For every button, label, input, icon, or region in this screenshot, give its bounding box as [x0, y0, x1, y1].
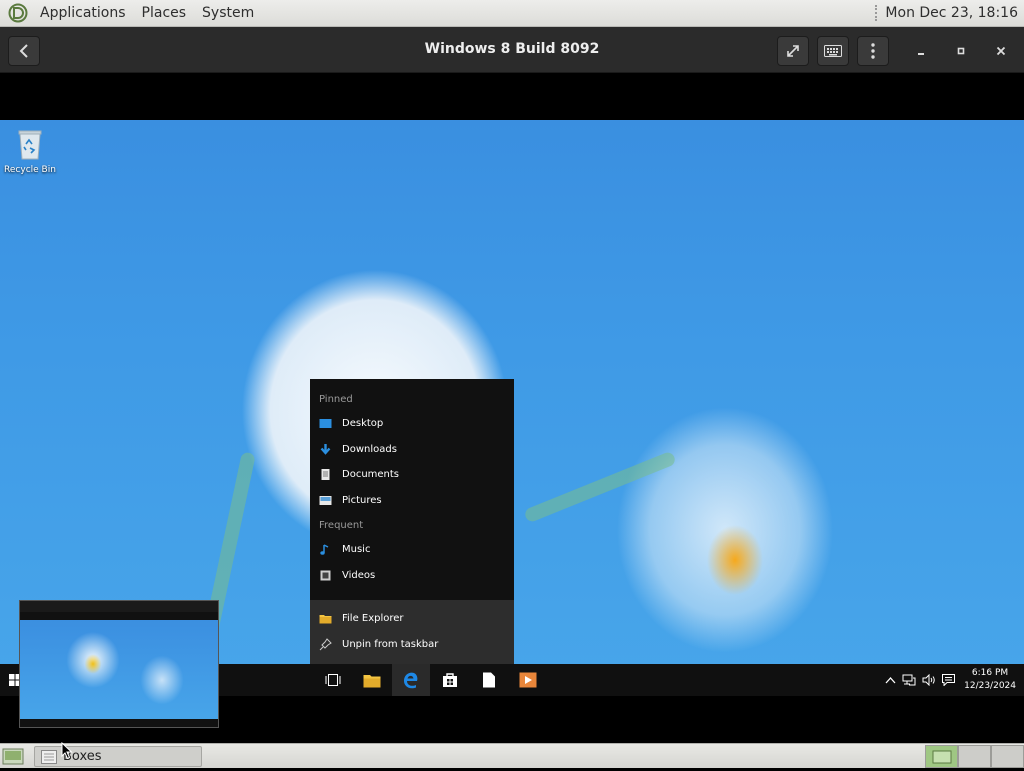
- media-player-icon: [519, 672, 537, 688]
- taskbar-notepad[interactable]: [470, 664, 508, 696]
- system-tray: 6:16 PM 12/23/2024: [882, 664, 1024, 696]
- task-view-icon: [325, 674, 341, 686]
- frequent-header: Frequent: [319, 520, 364, 531]
- pictures-icon: [319, 495, 332, 505]
- taskbar-store[interactable]: [431, 664, 469, 696]
- thumbnail-taskbar: [20, 719, 218, 724]
- volume-icon[interactable]: [922, 674, 936, 686]
- jump-item-music[interactable]: Music: [310, 537, 514, 563]
- menu-button[interactable]: [857, 36, 889, 66]
- recycle-bin-icon: [18, 130, 42, 160]
- workspace-2[interactable]: [958, 745, 991, 768]
- thumbnail-titlebar: [20, 601, 218, 612]
- jump-item-videos[interactable]: Videos: [310, 563, 514, 589]
- window-thumbnail-preview[interactable]: [19, 600, 219, 728]
- workspace-1[interactable]: [925, 745, 958, 768]
- recycle-bin-desktop-icon[interactable]: Recycle Bin: [4, 128, 56, 175]
- close-button[interactable]: [989, 39, 1013, 63]
- jump-item-unpin[interactable]: Unpin from taskbar: [310, 632, 514, 658]
- windows-clock[interactable]: 6:16 PM 12/23/2024: [964, 667, 1016, 693]
- file-explorer-icon: [319, 615, 332, 624]
- close-icon: [996, 46, 1006, 56]
- keyboard-icon: [824, 45, 842, 57]
- chevron-up-icon[interactable]: [885, 676, 896, 684]
- panel-separator: [875, 5, 878, 21]
- pinned-header: Pinned: [319, 394, 353, 405]
- desktop-folder-icon: [319, 419, 332, 429]
- jump-item-documents[interactable]: Documents: [310, 462, 514, 488]
- tasklist-item-boxes[interactable]: Boxes: [34, 746, 202, 767]
- maximize-button[interactable]: [949, 39, 973, 63]
- windows-clock-date: 12/23/2024: [964, 681, 1016, 691]
- system-menu[interactable]: System: [198, 3, 258, 23]
- videos-icon: [320, 570, 331, 581]
- notepad-icon: [483, 672, 495, 688]
- jump-item-desktop[interactable]: Desktop: [310, 411, 514, 437]
- file-explorer-icon: [363, 674, 381, 687]
- music-icon: [320, 544, 329, 556]
- boxes-header-bar: Windows 8 Build 8092: [0, 27, 1024, 73]
- workspace-3[interactable]: [991, 745, 1024, 768]
- taskbar-task-view[interactable]: [314, 664, 352, 696]
- unpin-icon: [319, 637, 332, 651]
- windows-clock-time: 6:16 PM: [971, 668, 1009, 678]
- recycle-bin-label: Recycle Bin: [4, 165, 56, 175]
- maximize-icon: [957, 47, 965, 55]
- fullscreen-icon: [787, 45, 799, 57]
- fullscreen-button[interactable]: [777, 36, 809, 66]
- taskbar-edge[interactable]: [392, 664, 430, 696]
- jump-item-downloads[interactable]: Downloads: [310, 437, 514, 463]
- taskbar-media-player[interactable]: [509, 664, 547, 696]
- show-desktop-icon[interactable]: [2, 747, 24, 766]
- panel-clock[interactable]: Mon Dec 23, 18:16: [885, 5, 1018, 21]
- workspace-window-icon: [932, 750, 952, 764]
- top-panel: Applications Places System Mon Dec 23, 1…: [0, 0, 1024, 27]
- boxes-app-icon: [41, 749, 57, 764]
- applications-menu[interactable]: Applications: [36, 3, 130, 23]
- jump-item-pictures[interactable]: Pictures: [310, 488, 514, 514]
- action-center-icon[interactable]: [942, 674, 956, 686]
- documents-icon: [321, 469, 330, 481]
- minimize-button[interactable]: [909, 39, 933, 63]
- store-icon: [443, 673, 457, 687]
- network-icon[interactable]: [902, 674, 916, 686]
- kebab-menu-icon: [871, 43, 875, 59]
- jump-item-file-explorer[interactable]: File Explorer: [310, 606, 514, 632]
- downloads-icon: [320, 443, 331, 455]
- edge-icon: [403, 672, 418, 689]
- mouse-cursor-icon: [61, 742, 73, 760]
- thumbnail-desktop: [20, 620, 218, 724]
- flower-stem: [523, 450, 677, 524]
- vm-letterbox-top: [0, 73, 1024, 120]
- distro-logo-icon[interactable]: [8, 3, 28, 23]
- bottom-panel: Boxes: [0, 743, 1024, 768]
- jump-list-menu: Pinned Desktop Downloads Documents Pictu…: [310, 379, 514, 664]
- keyboard-button[interactable]: [817, 36, 849, 66]
- jump-list-tasks: File Explorer Unpin from taskbar: [310, 600, 514, 664]
- places-menu[interactable]: Places: [138, 3, 191, 23]
- taskbar-file-explorer[interactable]: [353, 664, 391, 696]
- minimize-icon: [918, 53, 924, 55]
